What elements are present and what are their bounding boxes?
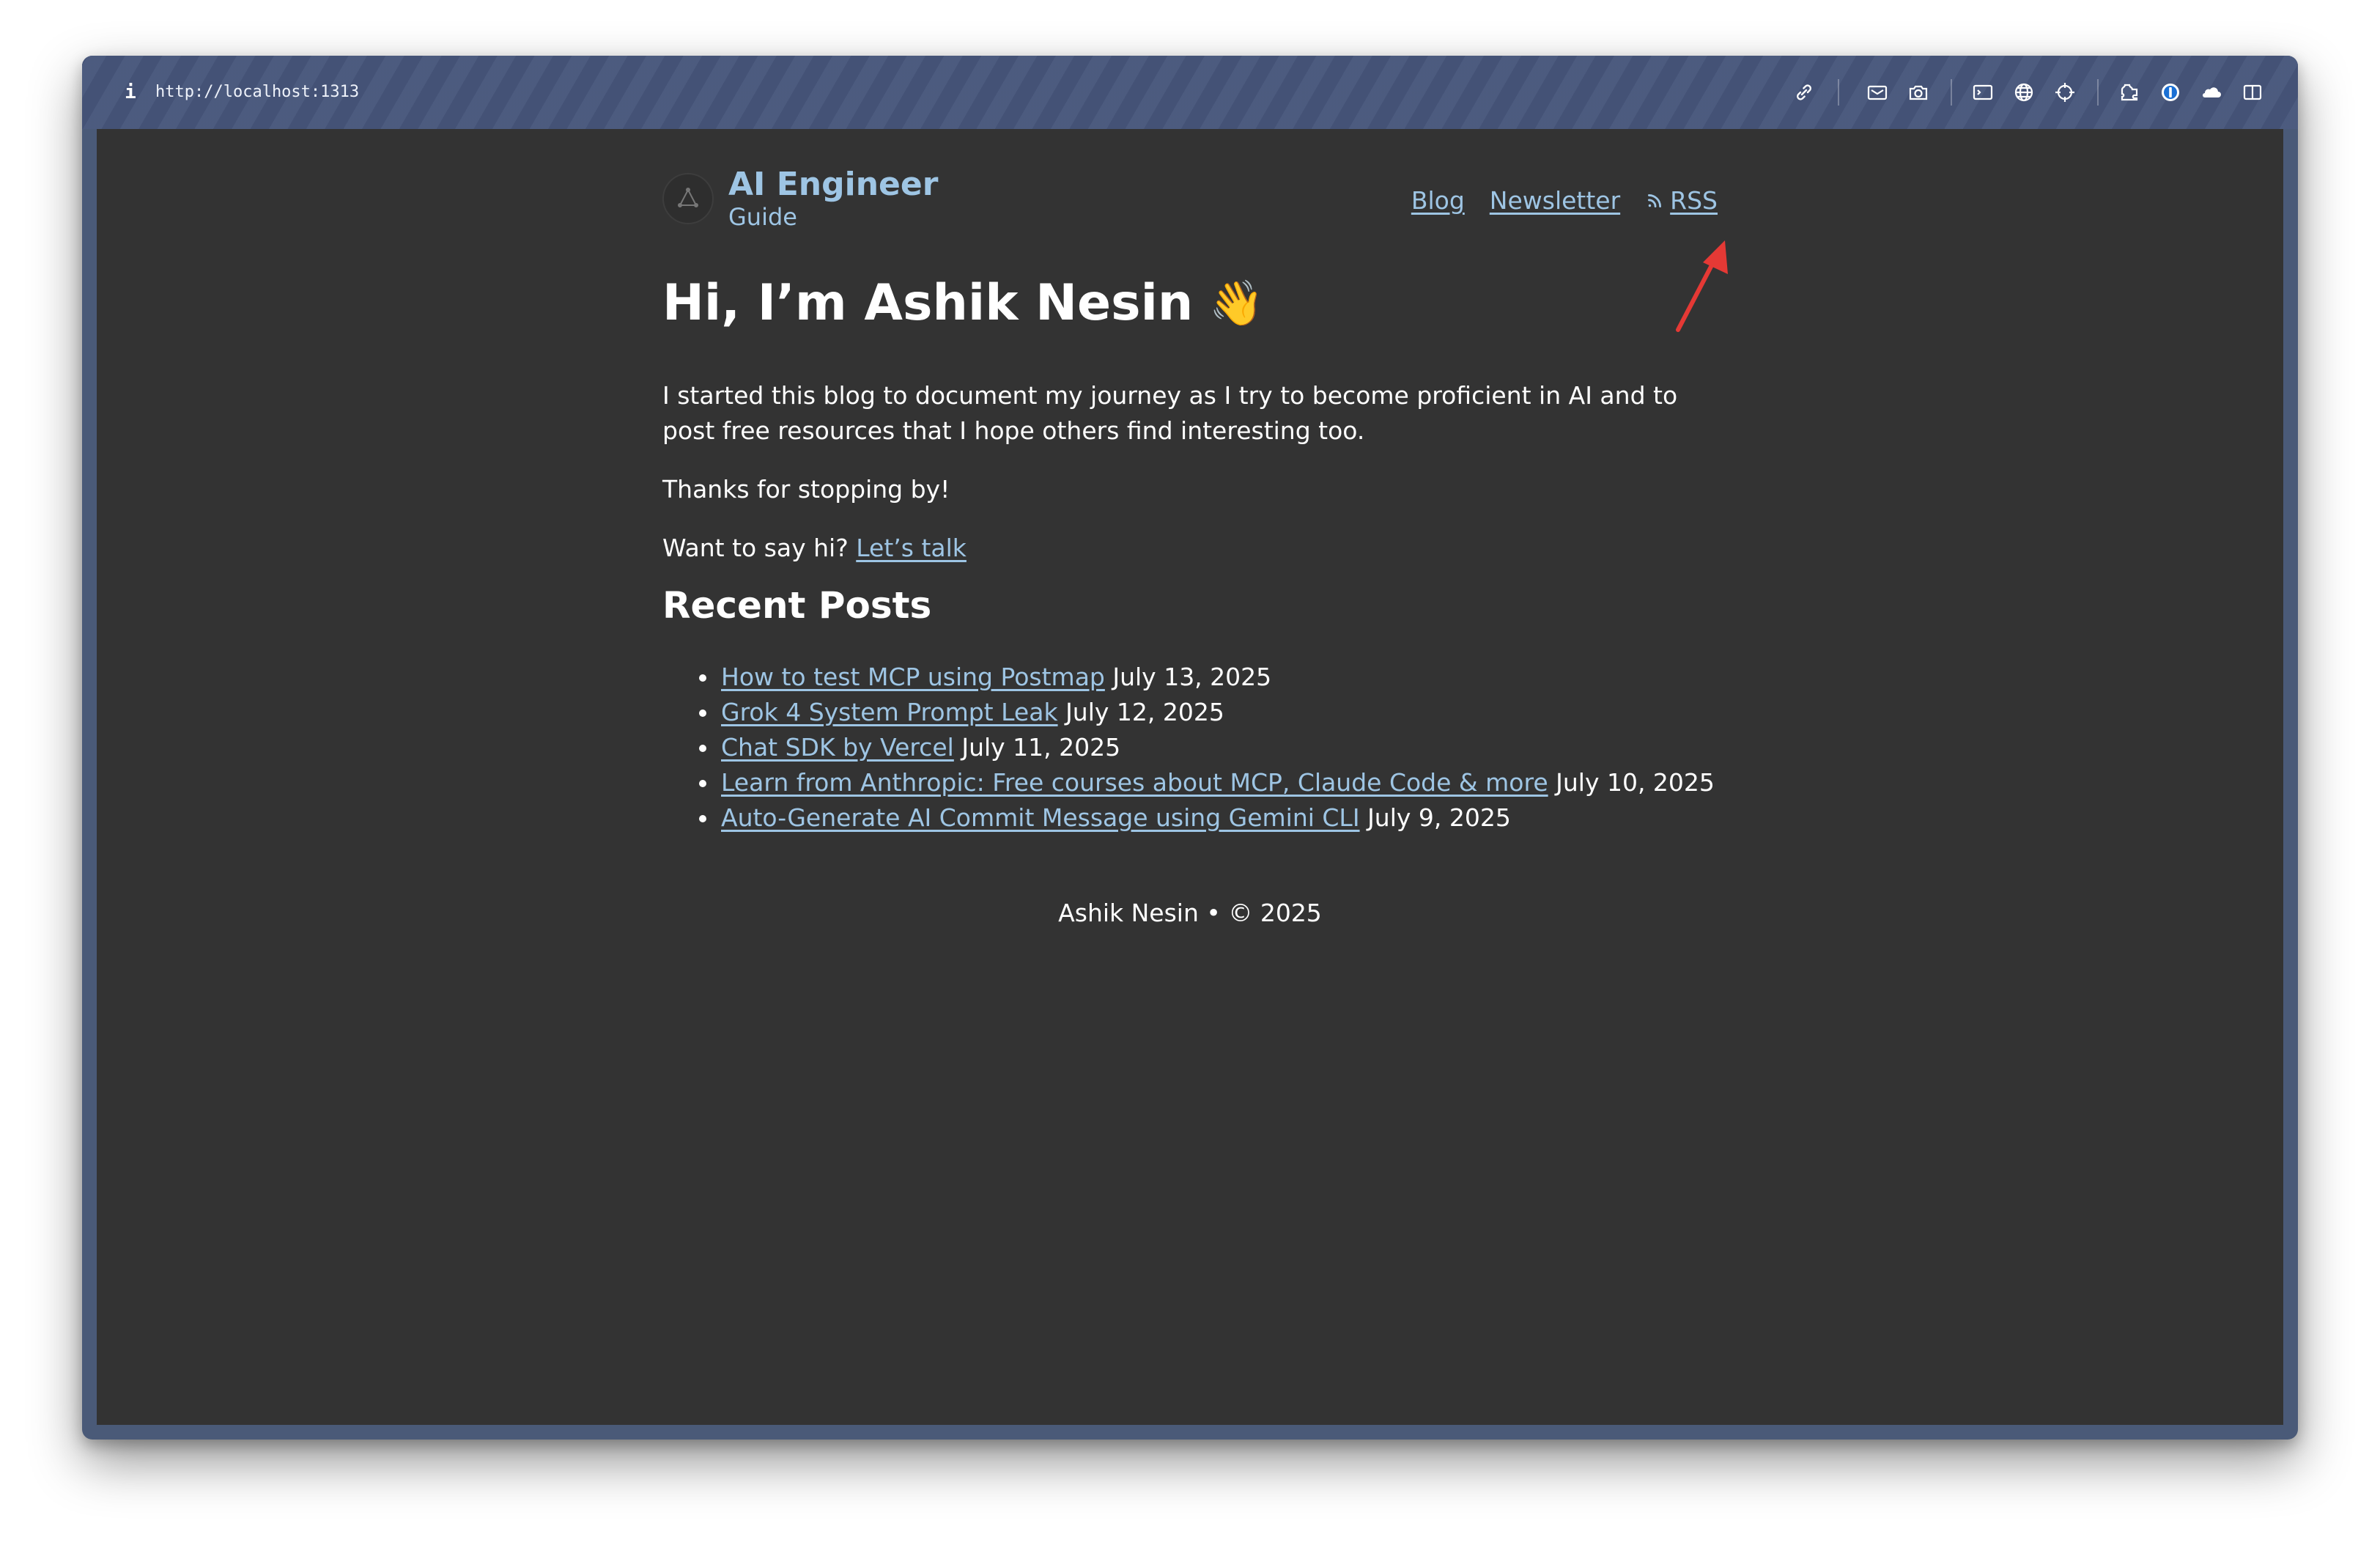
thanks-paragraph: Thanks for stopping by!: [662, 475, 950, 504]
web-page: AI Engineer Guide Blog Newsletter RSS Hi…: [97, 129, 2283, 1425]
mail-icon[interactable]: [1861, 76, 1893, 108]
sidebar-icon[interactable]: [2236, 76, 2269, 108]
list-item: Grok 4 System Prompt Leak July 12, 2025: [699, 695, 1762, 730]
address-bar-url[interactable]: http://localhost:1313: [155, 81, 359, 104]
cloud-icon[interactable]: [2195, 76, 2228, 108]
waving-hand-icon: 👋: [1209, 278, 1265, 329]
list-item: Auto-Generate AI Commit Message using Ge…: [699, 800, 1762, 836]
nav-link-rss[interactable]: RSS: [1645, 183, 1718, 218]
site-title[interactable]: AI Engineer: [728, 164, 938, 205]
password-manager-icon[interactable]: [2154, 76, 2187, 108]
annotation-arrow: [1676, 240, 1728, 332]
post-link[interactable]: How to test MCP using Postmap: [721, 663, 1105, 691]
post-link[interactable]: Learn from Anthropic: Free courses about…: [721, 768, 1548, 797]
post-date: July 12, 2025: [1065, 698, 1224, 726]
toolbar-separator: [1951, 79, 1952, 106]
toolbar-separator: [2097, 79, 2099, 106]
post-link[interactable]: Chat SDK by Vercel: [721, 733, 954, 762]
recent-posts-heading: Recent Posts: [662, 584, 932, 627]
main-nav: Blog Newsletter RSS: [1411, 183, 1718, 218]
post-date: July 9, 2025: [1367, 803, 1511, 832]
post-date: July 10, 2025: [1556, 768, 1715, 797]
page-heading-text: Hi, I’m Ashik Nesin: [662, 274, 1194, 332]
browser-window: i http://localhost:1313 AI Engineer Guid…: [82, 56, 2298, 1440]
browser-toolbar: i http://localhost:1313: [82, 56, 2298, 129]
site-logo[interactable]: [662, 173, 714, 224]
page-footer: Ashik Nesin • © 2025: [1058, 899, 1322, 927]
rss-icon: [1648, 194, 1662, 207]
list-item: Chat SDK by Vercel July 11, 2025: [699, 730, 1762, 765]
intro-paragraph: I started this blog to document my journ…: [662, 381, 1678, 445]
link-icon[interactable]: [1788, 76, 1820, 108]
post-date: July 13, 2025: [1112, 663, 1272, 691]
post-link[interactable]: Auto-Generate AI Commit Message using Ge…: [721, 803, 1360, 832]
contact-prefix: Want to say hi?: [662, 534, 849, 562]
camera-icon[interactable]: [1902, 76, 1934, 108]
lets-talk-link[interactable]: Let’s talk: [856, 534, 967, 562]
list-item: Learn from Anthropic: Free courses about…: [699, 765, 1762, 800]
nav-link-newsletter[interactable]: Newsletter: [1490, 183, 1620, 218]
page-heading: Hi, I’m Ashik Nesin 👋: [662, 268, 1264, 339]
post-date: July 11, 2025: [961, 733, 1121, 762]
site-subtitle[interactable]: Guide: [728, 202, 797, 232]
list-item: How to test MCP using Postmap July 13, 2…: [699, 660, 1762, 695]
crosshair-icon[interactable]: [2049, 76, 2081, 108]
post-link[interactable]: Grok 4 System Prompt Leak: [721, 698, 1058, 726]
info-icon[interactable]: i: [123, 81, 138, 104]
terminal-icon[interactable]: [1967, 76, 1999, 108]
extension-icon[interactable]: [2113, 76, 2146, 108]
recent-posts-list: How to test MCP using Postmap July 13, 2…: [662, 660, 1762, 836]
nav-link-rss-label: RSS: [1670, 186, 1718, 215]
nav-link-blog[interactable]: Blog: [1411, 183, 1465, 218]
toolbar-separator: [1838, 79, 1839, 106]
contact-paragraph: Want to say hi? Let’s talk: [662, 531, 1718, 566]
globe-icon[interactable]: [2008, 76, 2040, 108]
